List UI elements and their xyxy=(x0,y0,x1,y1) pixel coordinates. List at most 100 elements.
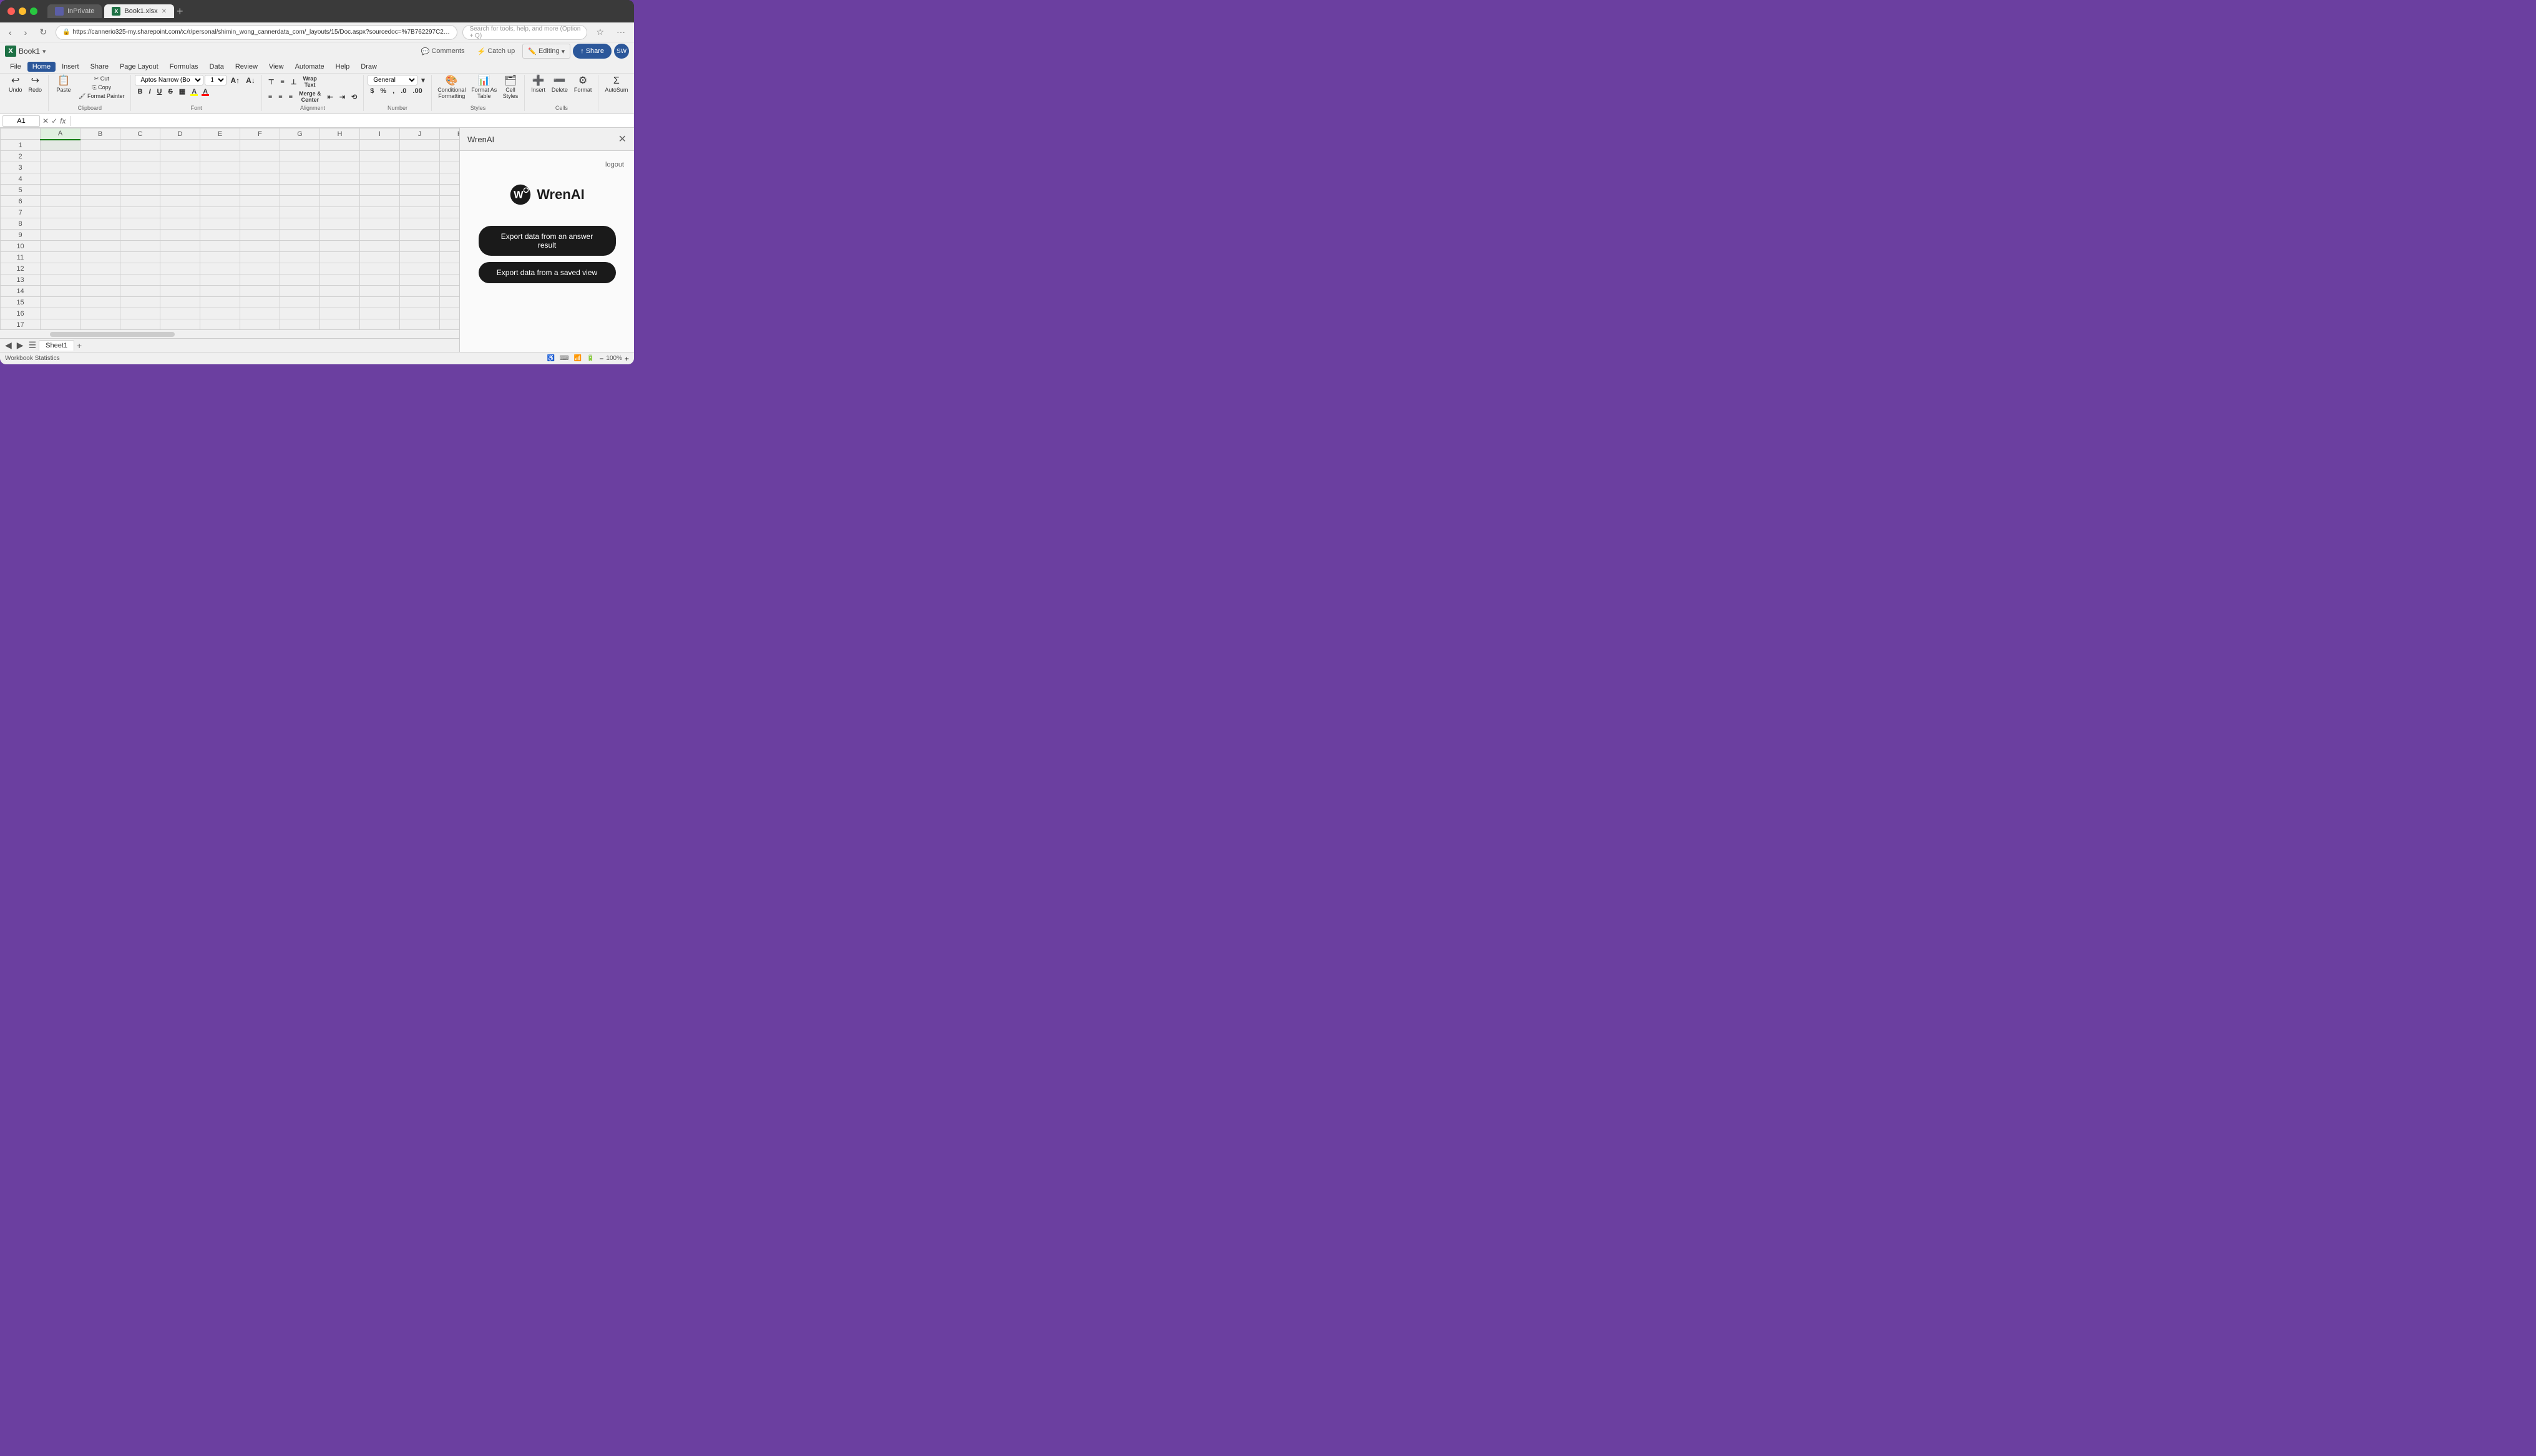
cell-I13[interactable] xyxy=(360,274,400,286)
cell-J9[interactable] xyxy=(400,230,440,241)
cell-B4[interactable] xyxy=(80,173,120,185)
menu-review[interactable]: Review xyxy=(230,62,263,72)
cell-I7[interactable] xyxy=(360,207,400,218)
insert-button[interactable]: ➕ Insert xyxy=(529,75,548,94)
undo-button[interactable]: ↩ Undo xyxy=(6,75,25,94)
indent-decrease-button[interactable]: ⇤ xyxy=(325,92,336,102)
cell-F16[interactable] xyxy=(240,308,280,319)
cell-B12[interactable] xyxy=(80,263,120,274)
cell-A15[interactable] xyxy=(41,297,80,308)
cell-H17[interactable] xyxy=(320,319,360,330)
align-center-button[interactable]: ≡ xyxy=(276,92,285,101)
menu-insert[interactable]: Insert xyxy=(57,62,84,72)
cell-A7[interactable] xyxy=(41,207,80,218)
cell-I12[interactable] xyxy=(360,263,400,274)
menu-formulas[interactable]: Formulas xyxy=(165,62,203,72)
minimize-traffic-light[interactable] xyxy=(19,7,26,15)
cell-F2[interactable] xyxy=(240,151,280,162)
cell-D13[interactable] xyxy=(160,274,200,286)
wrap-text-button[interactable]: WrapText xyxy=(300,75,319,89)
cell-G11[interactable] xyxy=(280,252,320,263)
cell-C15[interactable] xyxy=(120,297,160,308)
export-answer-button[interactable]: Export data from an answer result xyxy=(479,226,616,256)
cell-A12[interactable] xyxy=(41,263,80,274)
cell-J3[interactable] xyxy=(400,162,440,173)
cell-F15[interactable] xyxy=(240,297,280,308)
cell-D14[interactable] xyxy=(160,286,200,297)
cell-C5[interactable] xyxy=(120,185,160,196)
cell-K12[interactable] xyxy=(440,263,460,274)
cell-D2[interactable] xyxy=(160,151,200,162)
menu-automate[interactable]: Automate xyxy=(290,62,329,72)
clear-button[interactable]: 🧹 Clear xyxy=(632,75,634,94)
cell-J1[interactable] xyxy=(400,140,440,151)
cell-B6[interactable] xyxy=(80,196,120,207)
align-bottom-button[interactable]: ⊥ xyxy=(288,77,300,87)
cell-C17[interactable] xyxy=(120,319,160,330)
cell-G1[interactable] xyxy=(280,140,320,151)
cell-H14[interactable] xyxy=(320,286,360,297)
cell-K10[interactable] xyxy=(440,241,460,252)
font-name-selector[interactable]: Aptos Narrow (Bo... xyxy=(135,75,203,85)
cell-J5[interactable] xyxy=(400,185,440,196)
cell-D12[interactable] xyxy=(160,263,200,274)
cell-F1[interactable] xyxy=(240,140,280,151)
delete-button[interactable]: ➖ Delete xyxy=(549,75,570,94)
add-sheet-button[interactable]: + xyxy=(74,339,84,352)
cell-K4[interactable] xyxy=(440,173,460,185)
percent-button[interactable]: % xyxy=(378,87,389,95)
cell-K2[interactable] xyxy=(440,151,460,162)
close-traffic-light[interactable] xyxy=(7,7,15,15)
cell-B17[interactable] xyxy=(80,319,120,330)
cell-A16[interactable] xyxy=(41,308,80,319)
underline-button[interactable]: U xyxy=(155,87,165,96)
cell-C3[interactable] xyxy=(120,162,160,173)
cell-B13[interactable] xyxy=(80,274,120,286)
cell-G12[interactable] xyxy=(280,263,320,274)
cell-F10[interactable] xyxy=(240,241,280,252)
refresh-button[interactable]: ↻ xyxy=(36,26,51,39)
cell-G2[interactable] xyxy=(280,151,320,162)
cell-E7[interactable] xyxy=(200,207,240,218)
formula-cancel-icon[interactable]: ✓ xyxy=(51,117,57,125)
cell-A3[interactable] xyxy=(41,162,80,173)
cell-H8[interactable] xyxy=(320,218,360,230)
cell-H15[interactable] xyxy=(320,297,360,308)
cell-F4[interactable] xyxy=(240,173,280,185)
cell-J11[interactable] xyxy=(400,252,440,263)
cell-E9[interactable] xyxy=(200,230,240,241)
cell-E5[interactable] xyxy=(200,185,240,196)
cell-K8[interactable] xyxy=(440,218,460,230)
cell-H7[interactable] xyxy=(320,207,360,218)
cell-H13[interactable] xyxy=(320,274,360,286)
cell-C9[interactable] xyxy=(120,230,160,241)
cell-D1[interactable] xyxy=(160,140,200,151)
align-left-button[interactable]: ≡ xyxy=(266,92,275,101)
cell-F3[interactable] xyxy=(240,162,280,173)
cell-A1[interactable] xyxy=(41,140,80,151)
cell-E12[interactable] xyxy=(200,263,240,274)
cell-K7[interactable] xyxy=(440,207,460,218)
cell-G4[interactable] xyxy=(280,173,320,185)
tab-inprivate[interactable]: InPrivate xyxy=(47,4,102,18)
cell-reference-input[interactable] xyxy=(2,115,40,127)
cell-D10[interactable] xyxy=(160,241,200,252)
cell-G5[interactable] xyxy=(280,185,320,196)
tab-book1[interactable]: X Book1.xlsx ✕ xyxy=(104,4,174,18)
cell-G9[interactable] xyxy=(280,230,320,241)
menu-home[interactable]: Home xyxy=(27,62,56,72)
cell-E10[interactable] xyxy=(200,241,240,252)
cell-A5[interactable] xyxy=(41,185,80,196)
cell-C16[interactable] xyxy=(120,308,160,319)
copy-button[interactable]: ⎘ Copy xyxy=(76,84,127,92)
cell-G16[interactable] xyxy=(280,308,320,319)
cell-I10[interactable] xyxy=(360,241,400,252)
formula-input[interactable] xyxy=(76,117,632,125)
cell-K5[interactable] xyxy=(440,185,460,196)
cell-K17[interactable] xyxy=(440,319,460,330)
export-saved-view-button[interactable]: Export data from a saved view xyxy=(479,262,616,283)
tab-close-icon[interactable]: ✕ xyxy=(162,8,167,15)
sheet-grid[interactable]: A B C D E F G H I J K L xyxy=(0,128,459,329)
cell-J10[interactable] xyxy=(400,241,440,252)
cell-I4[interactable] xyxy=(360,173,400,185)
